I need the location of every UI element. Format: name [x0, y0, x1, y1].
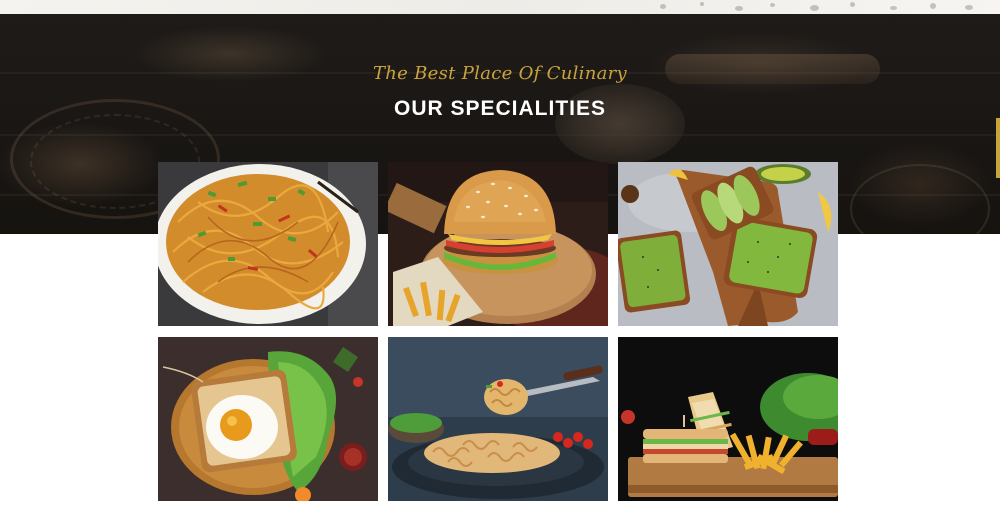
gallery-item-burger[interactable]	[388, 162, 608, 326]
pasta-photo	[388, 337, 608, 501]
gallery-item-pasta[interactable]	[388, 337, 608, 501]
section-title: OUR SPECIALITIES	[393, 97, 607, 120]
scrollbar-thumb[interactable]	[996, 118, 1000, 178]
specialities-gallery	[158, 162, 838, 501]
top-torn-divider	[0, 0, 1000, 14]
section-subtitle: The Best Place Of Culinary	[372, 63, 628, 84]
gallery-item-avocado-toast[interactable]	[618, 162, 838, 326]
bowl-decoration	[555, 84, 685, 164]
gallery-item-sandwich-fries[interactable]	[618, 337, 838, 501]
sandwich-fries-photo	[618, 337, 838, 501]
gallery-item-egg-toast[interactable]	[158, 337, 378, 501]
egg-toast-photo	[158, 337, 378, 501]
burger-photo	[388, 162, 608, 326]
plate-decoration	[850, 164, 990, 234]
gallery-item-noodles[interactable]	[158, 162, 378, 326]
avocado-toast-photo	[618, 162, 838, 326]
noodles-photo	[158, 162, 378, 326]
specialities-page: The Best Place Of Culinary OUR SPECIALIT…	[0, 0, 1000, 518]
